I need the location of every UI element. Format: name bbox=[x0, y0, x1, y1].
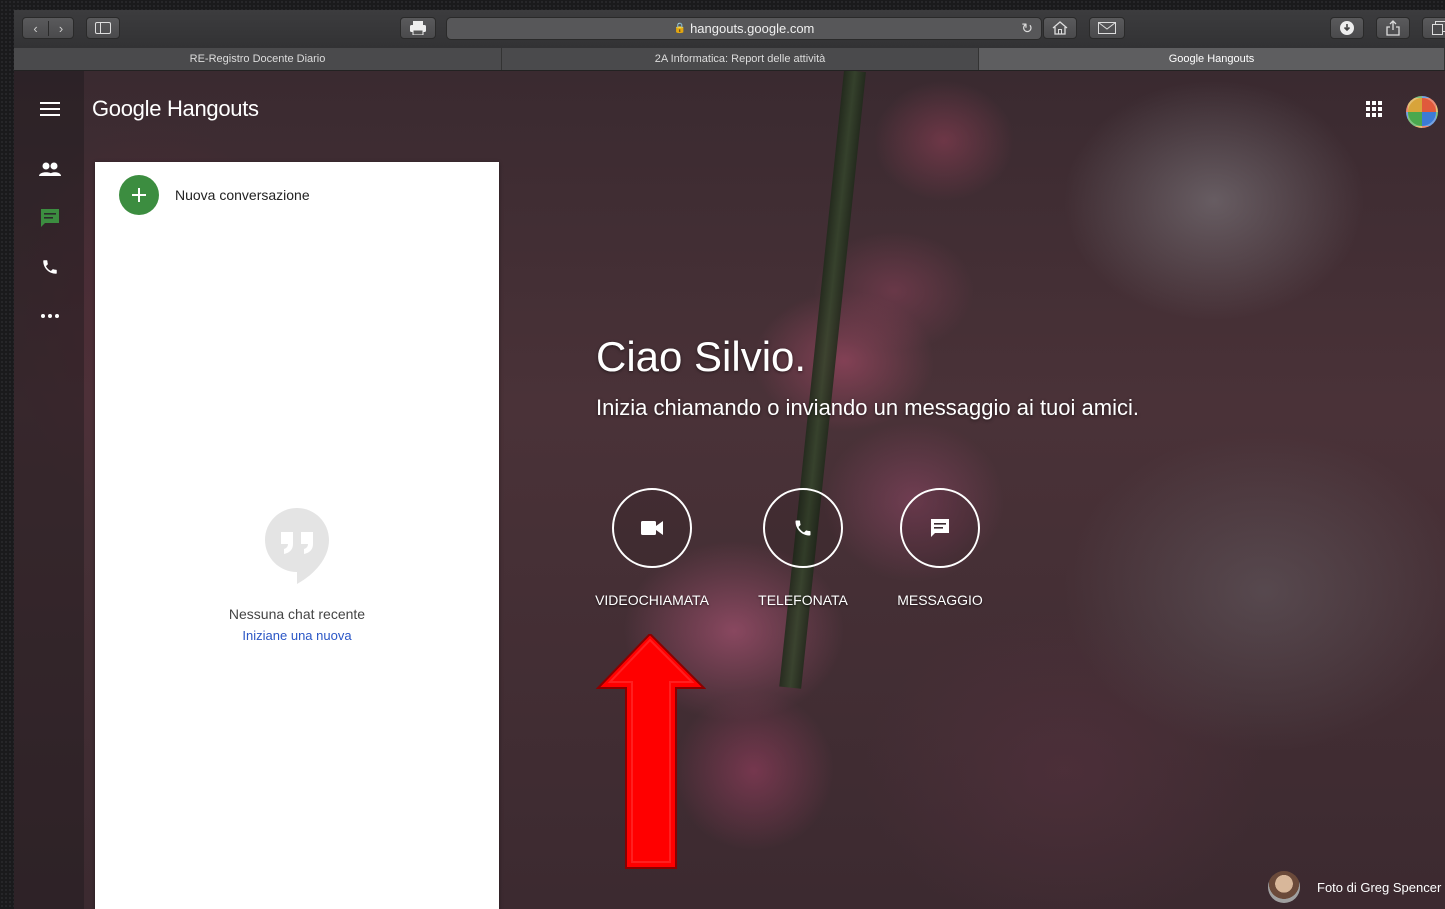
lock-icon: 🔒 bbox=[673, 23, 687, 34]
phone-icon bbox=[43, 260, 57, 274]
downloads-button[interactable] bbox=[1330, 17, 1364, 39]
video-call-circle[interactable] bbox=[612, 488, 692, 568]
video-call-button[interactable]: VIDEOCHIAMATA bbox=[592, 488, 712, 608]
browser-window: ‹ › 🔒 hangouts.google.com ↻ RE-Registro … bbox=[14, 10, 1445, 909]
greeting-title: Ciao Silvio. bbox=[596, 333, 807, 380]
photographer-avatar bbox=[1268, 871, 1300, 903]
red-arrow-annotation bbox=[596, 634, 706, 869]
nav-more[interactable] bbox=[38, 304, 62, 328]
print-button[interactable] bbox=[400, 17, 436, 39]
hamburger-menu-icon bbox=[40, 102, 60, 116]
printer-icon bbox=[410, 21, 426, 35]
video-call-label: VIDEOCHIAMATA bbox=[595, 592, 709, 608]
reload-icon[interactable]: ↻ bbox=[1021, 20, 1033, 37]
tabs-icon bbox=[1432, 21, 1445, 35]
new-conversation-label: Nuova conversazione bbox=[175, 187, 310, 203]
message-circle[interactable] bbox=[900, 488, 980, 568]
sidebar-toggle-button[interactable] bbox=[86, 17, 120, 39]
browser-toolbar: ‹ › 🔒 hangouts.google.com ↻ bbox=[14, 10, 1445, 48]
phone-icon bbox=[795, 520, 811, 536]
back-icon[interactable]: ‹ bbox=[23, 21, 48, 36]
apps-grid-icon bbox=[1366, 101, 1382, 117]
url-text: hangouts.google.com bbox=[690, 21, 815, 36]
logo-product-text: Hangouts bbox=[166, 96, 259, 121]
empty-chat-state: Nessuna chat recente Iniziane una nuova bbox=[95, 508, 499, 643]
message-icon bbox=[931, 519, 949, 537]
chat-icon bbox=[41, 209, 59, 227]
back-forward-buttons[interactable]: ‹ › bbox=[22, 17, 74, 39]
new-conversation-button[interactable]: Nuova conversazione bbox=[119, 174, 310, 216]
tab-label: Google Hangouts bbox=[1168, 53, 1255, 65]
tab-google-hangouts[interactable]: Google Hangouts bbox=[979, 48, 1445, 70]
more-horizontal-icon bbox=[41, 314, 59, 318]
mail-button[interactable] bbox=[1089, 17, 1125, 39]
quote-bubble-icon bbox=[265, 508, 329, 584]
message-label: MESSAGGIO bbox=[897, 592, 983, 608]
tab-overview-button[interactable] bbox=[1422, 17, 1445, 39]
share-icon bbox=[1386, 20, 1400, 36]
conversation-list-panel: Nuova conversazione Nessuna chat recente… bbox=[95, 162, 499, 909]
tab-bar: RE-Registro Docente Diario 2A Informatic… bbox=[14, 48, 1445, 71]
phone-call-button[interactable]: TELEFONATA bbox=[743, 488, 863, 608]
share-button[interactable] bbox=[1376, 17, 1410, 39]
tab-label: RE-Registro Docente Diario bbox=[189, 53, 326, 65]
phone-call-label: TELEFONATA bbox=[758, 592, 848, 608]
nav-contacts[interactable] bbox=[38, 157, 62, 181]
main-menu-button[interactable] bbox=[38, 97, 62, 121]
tab-registro[interactable]: RE-Registro Docente Diario bbox=[14, 48, 502, 70]
home-icon bbox=[1052, 21, 1068, 35]
photo-credit: Foto di Greg Spencer bbox=[1268, 871, 1441, 903]
home-button[interactable] bbox=[1043, 17, 1077, 39]
sidebar-icon bbox=[95, 22, 111, 34]
videocam-icon bbox=[641, 521, 663, 535]
tab-label: 2A Informatica: Report delle attività bbox=[654, 53, 826, 65]
account-avatar[interactable] bbox=[1406, 96, 1438, 128]
phone-call-circle[interactable] bbox=[763, 488, 843, 568]
hangouts-page: Google Hangouts Nuova conversazione Ness… bbox=[14, 71, 1445, 909]
people-icon bbox=[39, 162, 61, 176]
photo-credit-label: Foto di Greg Spencer bbox=[1317, 879, 1442, 895]
nav-conversations[interactable] bbox=[38, 206, 62, 230]
left-navigation-rail bbox=[14, 71, 84, 909]
message-button[interactable]: MESSAGGIO bbox=[880, 488, 1000, 608]
nav-phone-calls[interactable] bbox=[38, 255, 62, 279]
address-bar[interactable]: 🔒 hangouts.google.com ↻ bbox=[446, 17, 1042, 40]
download-icon bbox=[1340, 21, 1354, 35]
greeting-subtitle: Inizia chiamando o inviando un messaggio… bbox=[596, 395, 1139, 420]
forward-icon[interactable]: › bbox=[47, 20, 73, 36]
plus-icon bbox=[119, 175, 159, 215]
start-new-chat-link[interactable]: Iniziane una nuova bbox=[242, 628, 351, 643]
mail-icon bbox=[1098, 22, 1116, 34]
tab-informatica[interactable]: 2A Informatica: Report delle attività bbox=[502, 48, 979, 70]
google-hangouts-logo: Google Hangouts bbox=[92, 96, 259, 122]
empty-state-title: Nessuna chat recente bbox=[228, 606, 366, 622]
logo-google-text: Google bbox=[92, 96, 162, 121]
google-apps-button[interactable] bbox=[1366, 101, 1382, 122]
